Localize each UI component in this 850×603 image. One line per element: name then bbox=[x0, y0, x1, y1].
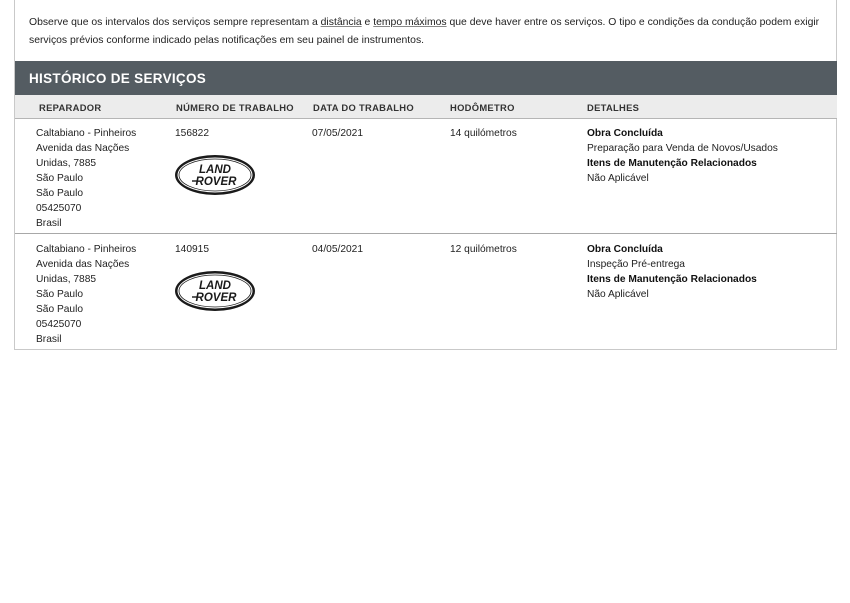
section-title: HISTÓRICO DE SERVIÇOS bbox=[15, 61, 837, 95]
maintenance-label: Itens de Manutenção Relacionados bbox=[587, 158, 757, 169]
service-type: Preparação para Venda de Novos/Usados bbox=[587, 143, 778, 154]
address-line: São Paulo bbox=[36, 173, 84, 184]
job-number: 140915 bbox=[175, 244, 209, 255]
address-line: Avenida das Nações bbox=[36, 259, 130, 270]
address-line: São Paulo bbox=[36, 304, 84, 315]
job-status: Obra Concluída bbox=[587, 128, 663, 139]
max-time-link[interactable]: tempo máximos bbox=[373, 17, 446, 28]
job-details: Obra Concluída Preparação para Venda de … bbox=[587, 126, 778, 186]
maintenance-value: Não Aplicável bbox=[587, 173, 649, 184]
odometer: 14 quilómetros bbox=[450, 128, 517, 139]
logo-line-2: ROVER bbox=[196, 176, 238, 188]
job-date: 07/05/2021 bbox=[312, 128, 363, 139]
job-number: 156822 bbox=[175, 128, 209, 139]
maintenance-value: Não Aplicável bbox=[587, 289, 649, 300]
intro-text-part: Observe que os intervalos dos serviços s… bbox=[29, 17, 321, 28]
service-type: Inspeção Pré-entrega bbox=[587, 259, 685, 270]
address-line: São Paulo bbox=[36, 188, 84, 199]
maintenance-label: Itens de Manutenção Relacionados bbox=[587, 274, 757, 285]
address-line: 05425070 bbox=[36, 203, 82, 214]
job-date: 04/05/2021 bbox=[312, 244, 363, 255]
land-rover-logo-icon: LAND ROVER bbox=[175, 155, 255, 195]
intro-text: Observe que os intervalos dos serviços s… bbox=[29, 14, 829, 50]
repairer-address: Caltabiano - Pinheiros Avenida das Naçõe… bbox=[36, 242, 136, 347]
column-header-details: DETALHES bbox=[587, 102, 640, 113]
intro-text-line2: serviços prévios conforme indicado pelas… bbox=[29, 35, 425, 46]
repairer-address: Caltabiano - Pinheiros Avenida das Naçõe… bbox=[36, 126, 136, 231]
table-row: Caltabiano - Pinheiros Avenida das Naçõe… bbox=[15, 119, 837, 234]
intro-text-part: que deve haver entre os serviços. O tipo… bbox=[446, 17, 820, 28]
logo-line-2: ROVER bbox=[196, 292, 238, 304]
distance-link[interactable]: distância bbox=[321, 17, 362, 28]
logo-line-1: LAND bbox=[199, 164, 231, 176]
land-rover-logo-icon: LAND ROVER bbox=[175, 271, 255, 311]
table-row: Caltabiano - Pinheiros Avenida das Naçõe… bbox=[15, 235, 837, 350]
address-line: Caltabiano - Pinheiros bbox=[36, 244, 137, 255]
address-line: Avenida das Nações bbox=[36, 143, 130, 154]
address-line: 05425070 bbox=[36, 319, 82, 330]
logo-line-1: LAND bbox=[199, 280, 231, 292]
table-header: REPARADOR NÚMERO DE TRABALHO DATA DO TRA… bbox=[15, 95, 837, 119]
address-line: Caltabiano - Pinheiros bbox=[36, 128, 137, 139]
job-details: Obra Concluída Inspeção Pré-entrega Iten… bbox=[587, 242, 757, 302]
address-line: São Paulo bbox=[36, 289, 84, 300]
address-line: Unidas, 7885 bbox=[36, 274, 97, 285]
column-header-odometer: HODÔMETRO bbox=[450, 102, 515, 113]
odometer: 12 quilómetros bbox=[450, 244, 517, 255]
address-line: Unidas, 7885 bbox=[36, 158, 97, 169]
intro-text-part: e bbox=[361, 17, 374, 28]
column-header-job-date: DATA DO TRABALHO bbox=[313, 102, 414, 113]
job-status: Obra Concluída bbox=[587, 244, 663, 255]
column-header-job-number: NÚMERO DE TRABALHO bbox=[176, 102, 294, 113]
address-line: Brasil bbox=[36, 334, 62, 345]
column-header-reparador: REPARADOR bbox=[39, 102, 102, 113]
address-line: Brasil bbox=[36, 218, 62, 229]
